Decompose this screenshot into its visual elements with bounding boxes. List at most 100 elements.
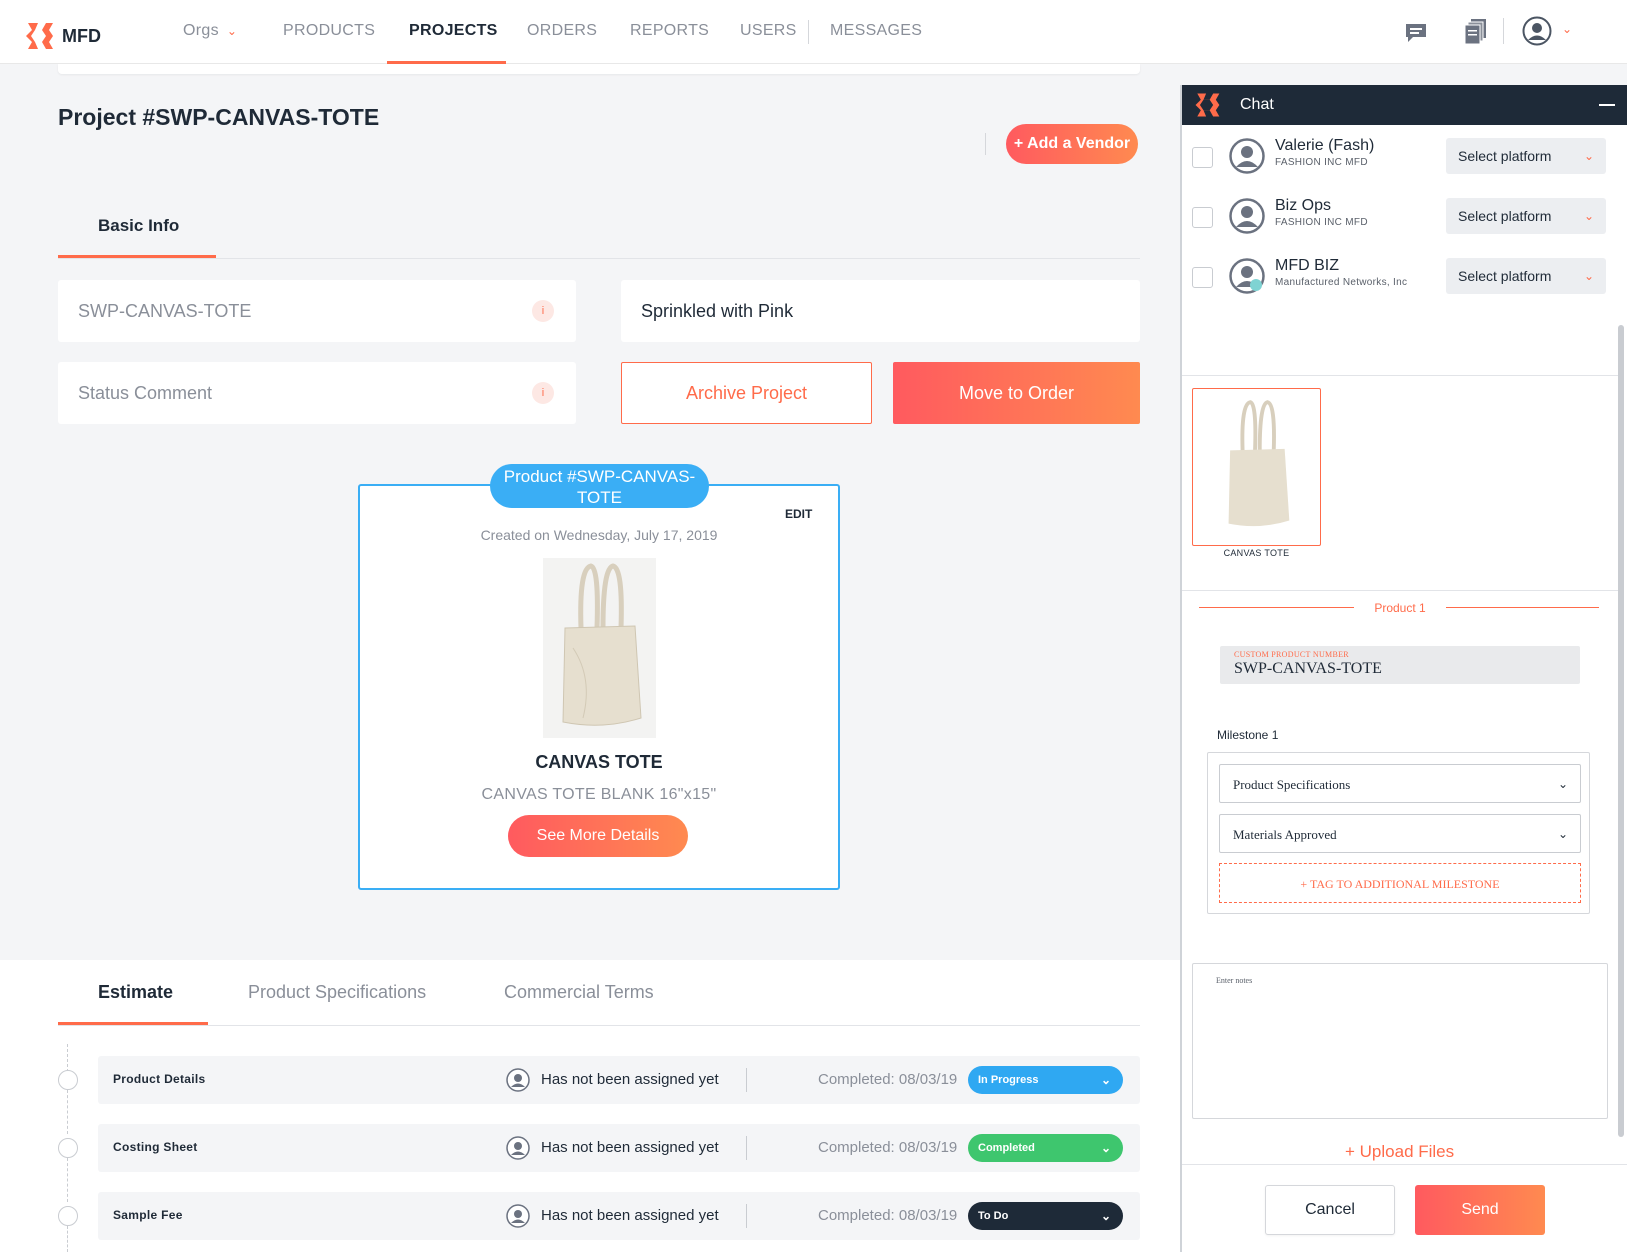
platform-select[interactable]: Select platform ⌄ [1446, 198, 1606, 234]
row-divider [746, 1068, 747, 1092]
row-completed-date: Completed: 08/03/19 [818, 1139, 958, 1156]
platform-select-label: Select platform [1458, 268, 1552, 284]
chevron-down-icon: ⌄ [1557, 777, 1568, 791]
chevron-down-icon: ⌄ [1583, 209, 1594, 223]
add-vendor-button[interactable]: + Add a Vendor [1006, 124, 1138, 164]
chevron-down-icon[interactable]: ⌄ [1562, 22, 1572, 36]
nav-orgs[interactable]: Orgs ⌄ [183, 22, 237, 40]
milestone-select-label: Product Specifications [1233, 777, 1351, 792]
nav-users[interactable]: USERS [740, 22, 797, 40]
milestone-title: Milestone 1 [1217, 728, 1279, 742]
status-comment-field[interactable]: Status Comment i [58, 362, 576, 424]
row-status-circle[interactable] [58, 1206, 78, 1226]
contact-checkbox[interactable] [1192, 207, 1213, 228]
product-created-date: Created on Wednesday, July 17, 2019 [480, 527, 718, 543]
contact-name: Valerie (Fash) [1275, 137, 1375, 154]
edit-product-link[interactable]: EDIT [785, 507, 812, 521]
upload-files-link[interactable]: + Upload Files [1345, 1142, 1454, 1162]
status-dropdown[interactable]: Completed ⌄ [968, 1134, 1123, 1162]
notes-textarea[interactable]: Enter notes [1192, 963, 1608, 1119]
milestone-select-label: Materials Approved [1233, 827, 1337, 842]
status-dropdown[interactable]: In Progress ⌄ [968, 1066, 1123, 1094]
see-more-details-button[interactable]: See More Details [508, 815, 688, 857]
user-icon [506, 1068, 530, 1092]
minimize-icon[interactable] [1599, 104, 1615, 106]
timeline-connector [67, 1226, 68, 1252]
nav-products[interactable]: PRODUCTS [283, 22, 375, 40]
tab-product-specifications[interactable]: Product Specifications [248, 982, 426, 1003]
chevron-down-icon: ⌄ [226, 24, 238, 38]
chat-scrollbar[interactable] [1618, 325, 1624, 1137]
tag-additional-milestone-button[interactable]: + TAG TO ADDITIONAL MILESTONE [1219, 863, 1581, 903]
custom-product-number-value: SWP-CANVAS-TOTE [1234, 660, 1382, 677]
contact-row: Biz Ops FASHION INC MFD Select platform ⌄ [1192, 192, 1612, 242]
avatar-icon [1229, 258, 1265, 294]
product-divider-left [1199, 607, 1354, 608]
info-icon[interactable]: i [532, 300, 554, 322]
chat-header: Chat [1182, 85, 1627, 125]
brand-field[interactable]: Sprinkled with Pink [621, 280, 1140, 342]
notes-placeholder: Enter notes [1216, 976, 1253, 985]
contact-checkbox[interactable] [1192, 147, 1213, 168]
platform-select[interactable]: Select platform ⌄ [1446, 258, 1606, 294]
nav-divider [808, 20, 809, 44]
custom-product-number-field[interactable]: CUSTOM PRODUCT NUMBER SWP-CANVAS-TOTE [1220, 646, 1580, 684]
chevron-down-icon: ⌄ [1557, 827, 1568, 841]
chevron-down-icon: ⌄ [1583, 149, 1594, 163]
contact-checkbox[interactable] [1192, 267, 1213, 288]
milestone-select[interactable]: Materials Approved ⌄ [1219, 814, 1581, 853]
timeline-connector [67, 1090, 68, 1134]
table-row[interactable]: Product Details Has not been assigned ye… [98, 1056, 1140, 1104]
nav-projects[interactable]: PROJECTS [409, 22, 498, 40]
chat-footer-divider [1182, 1164, 1627, 1165]
product-image [543, 558, 656, 738]
row-completed-date: Completed: 08/03/19 [818, 1071, 958, 1088]
tab-basic-info[interactable]: Basic Info [98, 216, 179, 236]
documents-icon[interactable] [1464, 18, 1488, 46]
cancel-button[interactable]: Cancel [1265, 1185, 1395, 1235]
status-label: To Do [978, 1210, 1009, 1222]
platform-select[interactable]: Select platform ⌄ [1446, 138, 1606, 174]
nav-messages[interactable]: MESSAGES [830, 22, 922, 40]
logo[interactable]: MFD [22, 19, 101, 53]
user-icon [506, 1136, 530, 1160]
project-number-field[interactable]: SWP-CANVAS-TOTE i [58, 280, 576, 342]
project-number-value: SWP-CANVAS-TOTE [78, 301, 252, 321]
row-status-circle[interactable] [58, 1138, 78, 1158]
info-icon[interactable]: i [532, 382, 554, 404]
row-assignee: Has not been assigned yet [541, 1139, 719, 1156]
chat-title: Chat [1240, 96, 1274, 113]
milestone-select[interactable]: Product Specifications ⌄ [1219, 764, 1581, 803]
contact-row: MFD BIZ Manufactured Networks, Inc Selec… [1192, 252, 1612, 302]
tab-estimate[interactable]: Estimate [98, 982, 173, 1003]
row-assignee: Has not been assigned yet [541, 1207, 719, 1224]
nav-orders[interactable]: ORDERS [527, 22, 597, 40]
contact-org: FASHION INC MFD [1275, 217, 1368, 228]
product-description: CANVAS TOTE BLANK 16"x15" [481, 786, 717, 803]
move-to-order-button[interactable]: Move to Order [893, 362, 1140, 424]
archive-project-button[interactable]: Archive Project [621, 362, 872, 424]
platform-select-label: Select platform [1458, 208, 1552, 224]
top-navigation: MFD Orgs ⌄ PRODUCTS PROJECTS ORDERS REPOR… [0, 0, 1627, 64]
contact-row: Valerie (Fash) FASHION INC MFD Select pl… [1192, 132, 1612, 182]
user-icon [506, 1204, 530, 1228]
row-divider [746, 1136, 747, 1160]
contact-name: MFD BIZ [1275, 257, 1339, 274]
send-button[interactable]: Send [1415, 1185, 1545, 1235]
table-row[interactable]: Costing Sheet Has not been assigned yet … [98, 1124, 1140, 1172]
avatar-icon [1229, 198, 1265, 234]
table-row[interactable]: Sample Fee Has not been assigned yet Com… [98, 1192, 1140, 1240]
chevron-down-icon: ⌄ [1583, 269, 1594, 283]
row-assignee: Has not been assigned yet [541, 1071, 719, 1088]
product-divider-right [1446, 607, 1599, 608]
row-status-circle[interactable] [58, 1070, 78, 1090]
product-thumbnail[interactable] [1192, 388, 1321, 546]
custom-product-number-label: CUSTOM PRODUCT NUMBER [1234, 650, 1349, 659]
avatar-icon [1229, 138, 1265, 174]
user-avatar-icon[interactable] [1522, 16, 1552, 46]
bottom-tab-divider [58, 1025, 1140, 1026]
status-dropdown[interactable]: To Do ⌄ [968, 1202, 1123, 1230]
nav-reports[interactable]: REPORTS [630, 22, 709, 40]
chat-bubble-icon[interactable] [1404, 22, 1428, 44]
tab-commercial-terms[interactable]: Commercial Terms [504, 982, 654, 1003]
